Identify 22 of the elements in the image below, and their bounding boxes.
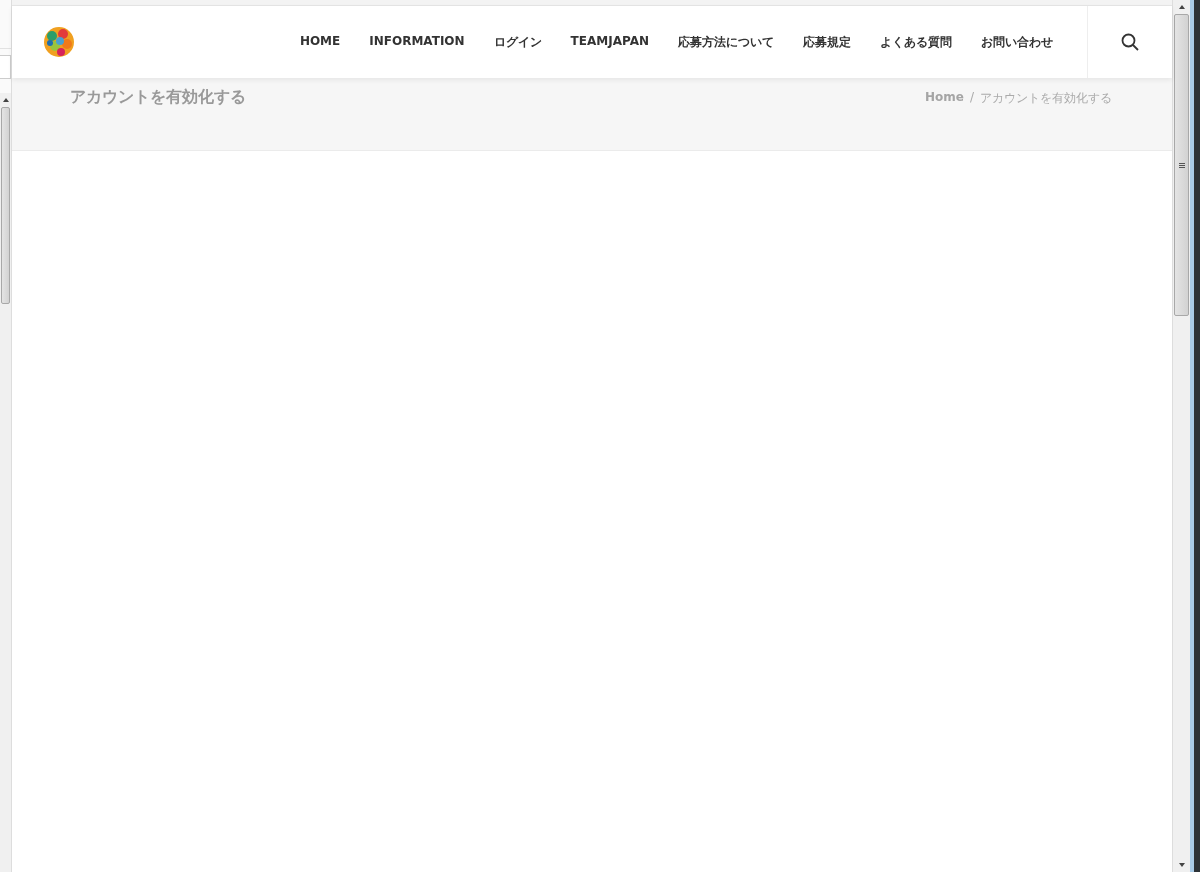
nav-link[interactable]: HOME <box>299 33 341 51</box>
breadcrumb-separator: / <box>969 90 974 106</box>
breadcrumb-current: アカウントを有効化する <box>980 90 1112 107</box>
logo-icon[interactable] <box>43 26 75 58</box>
nav-link[interactable]: ログイン <box>493 33 542 51</box>
nav-link[interactable]: お問い合わせ <box>981 33 1053 51</box>
nav-link[interactable]: よくある質問 <box>880 33 952 51</box>
scroll-down-arrow-icon[interactable] <box>1178 863 1185 867</box>
page-title: アカウントを有効化する <box>70 87 246 108</box>
nav-link[interactable]: 応募規定 <box>803 33 851 51</box>
scroll-up-arrow-icon[interactable] <box>1178 5 1185 9</box>
nav-link[interactable]: 応募方法について <box>678 33 774 51</box>
scroll-up-arrow-icon[interactable] <box>2 98 9 102</box>
scrollbar-thumb[interactable] <box>1174 14 1189 316</box>
input-field[interactable] <box>0 55 11 79</box>
search-icon[interactable] <box>1121 33 1139 51</box>
scrollbar[interactable] <box>1172 0 1190 872</box>
nav-link[interactable]: INFORMATION <box>369 33 465 51</box>
scrollbar-thumb[interactable] <box>1 107 10 304</box>
nav-link[interactable]: TEAMJAPAN <box>570 33 649 51</box>
scrollbar[interactable] <box>0 93 11 872</box>
grip-icon <box>1178 162 1185 168</box>
